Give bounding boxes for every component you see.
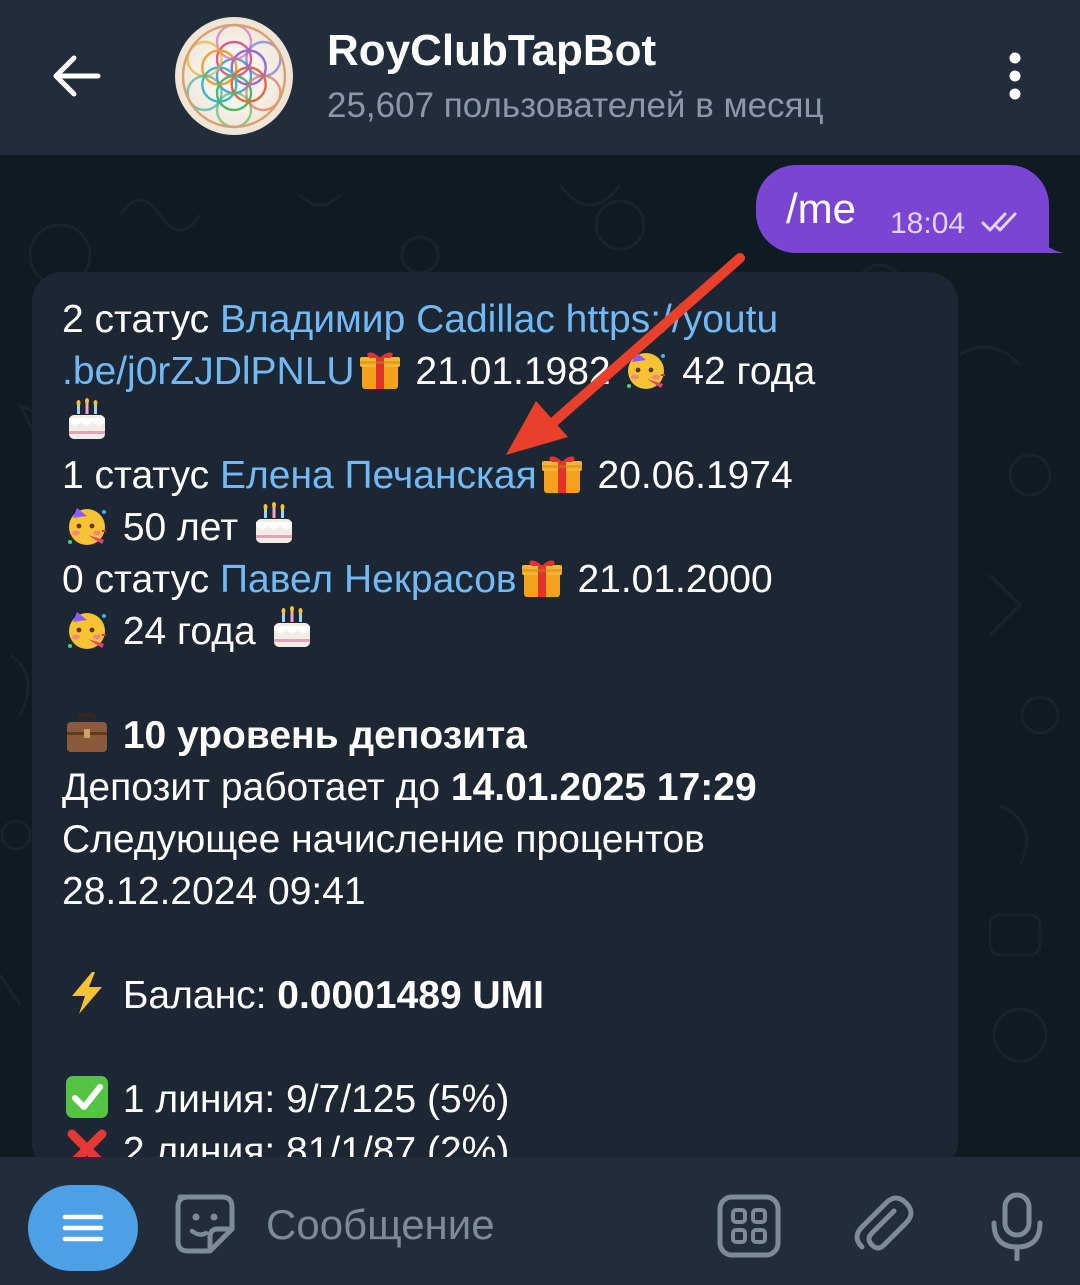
microphone-icon[interactable] [984, 1191, 1050, 1261]
flower-of-life-logo [181, 23, 287, 129]
chat-title[interactable]: RoyClubTapBot [327, 26, 656, 76]
apps-grid-icon[interactable] [716, 1193, 782, 1259]
line-1-stats: 1 линия: 9/7/125 (5%) [112, 1078, 510, 1121]
gift-icon [357, 346, 403, 392]
next-accrual-label: Следующее начисление процентов [62, 818, 705, 861]
cross-mark-icon [64, 1126, 110, 1157]
user-link-pavel[interactable]: Павел Некрасов [220, 558, 517, 601]
outgoing-message[interactable]: /me 18:04 [756, 165, 1049, 253]
balance-value: 0.0001489 UMI [277, 974, 544, 1017]
message-composer [0, 1157, 1080, 1285]
deposit-title: 10 уровень депозита [122, 714, 527, 757]
lightning-icon [64, 970, 110, 1016]
arrow-left-icon [53, 55, 101, 97]
back-button[interactable] [40, 40, 112, 112]
incoming-message[interactable]: 2 статус Владимир Cadillac https://youtu… [32, 272, 958, 1157]
chat-subtitle: 25,607 пользователей в месяц [327, 86, 824, 125]
birthday-cake-icon [269, 606, 315, 652]
message-time: 18:04 [890, 207, 966, 240]
birthday-cake-icon [64, 398, 110, 444]
bot-menu-button[interactable] [28, 1185, 138, 1271]
birthday-cake-icon [251, 502, 297, 548]
user-link-elena[interactable]: Елена Печанская [220, 454, 537, 497]
chat-area[interactable]: /me 18:04 2 статус Владимир Cadillac htt… [0, 155, 1080, 1157]
bot-avatar[interactable] [175, 17, 293, 135]
briefcase-icon [64, 710, 110, 756]
partying-face-icon [64, 606, 110, 652]
outgoing-message-text: /me [786, 185, 857, 232]
check-mark-icon [64, 1074, 110, 1120]
sticker-icon[interactable] [170, 1189, 240, 1259]
user-link-vladimir[interactable]: Владимир Cadillac https://youtu [220, 298, 778, 341]
bot-menu-icon [62, 1214, 104, 1242]
paperclip-icon[interactable] [850, 1193, 916, 1259]
message-input[interactable] [266, 1195, 686, 1255]
bubble-tail [1040, 235, 1064, 253]
more-vertical-icon [1009, 52, 1021, 100]
bot-message-text: 2 статус Владимир Cadillac https://youtu… [62, 294, 942, 1157]
line-2-stats: 2 линия: 81/1/87 (2%) [112, 1130, 510, 1157]
more-options-button[interactable] [985, 40, 1045, 112]
partying-face-icon [64, 502, 110, 548]
gift-icon [519, 554, 565, 600]
gift-icon [539, 450, 585, 496]
chat-header: RoyClubTapBot 25,607 пользователей в мес… [0, 0, 1080, 155]
youtube-link[interactable]: .be/j0rZJDlPNLU [62, 350, 355, 393]
double-check-icon [981, 212, 1017, 232]
deposit-until: 14.01.2025 17:29 [450, 766, 757, 809]
next-accrual-value: 28.12.2024 09:41 [62, 870, 366, 913]
partying-face-icon [623, 346, 669, 392]
